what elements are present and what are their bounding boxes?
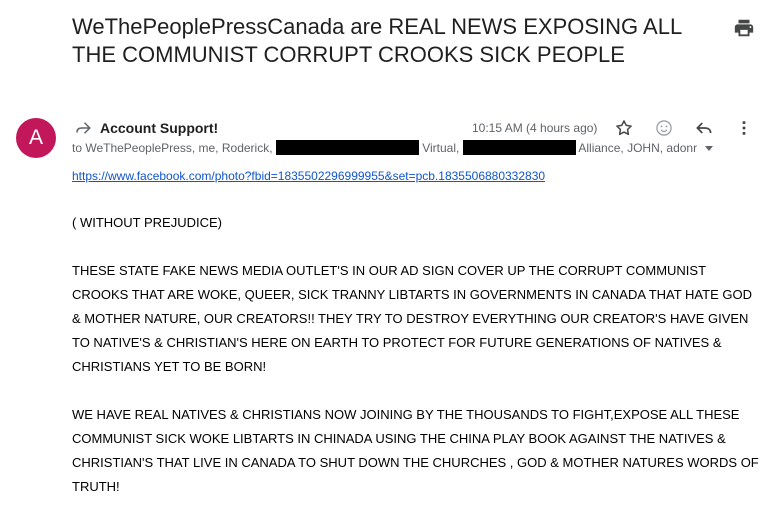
print-button[interactable]	[733, 17, 755, 39]
more-options-button[interactable]	[734, 118, 754, 138]
recipients-part-3: Alliance, JOHN, adonr	[578, 141, 698, 155]
forward-arrow-icon	[73, 119, 93, 137]
sender-name[interactable]: Account Support!	[100, 119, 218, 137]
body-paragraph-3: WE HAVE REAL NATIVES & CHRISTIANS NOW JO…	[72, 407, 759, 494]
recipients-part-2: Virtual,	[422, 141, 460, 155]
timestamp: 10:15 AM (4 hours ago)	[472, 121, 598, 135]
recipients-part-1: to WeThePeoplePress, me, Roderick,	[72, 141, 273, 155]
facebook-link[interactable]: https://www.facebook.com/photo?fbid=1835…	[72, 168, 545, 184]
star-button[interactable]	[614, 118, 634, 138]
chevron-down-icon[interactable]	[705, 146, 713, 151]
body-paragraph-1: ( WITHOUT PREJUDICE)	[72, 215, 222, 230]
email-subject: WeThePeoplePressCanada are REAL NEWS EXP…	[72, 14, 682, 67]
body-paragraph-2: THESE STATE FAKE NEWS MEDIA OUTLET'S IN …	[72, 263, 752, 374]
emoji-reaction-icon	[656, 120, 672, 136]
star-icon	[616, 120, 632, 136]
reply-button[interactable]	[694, 118, 714, 138]
reply-icon	[696, 122, 712, 134]
recipients-line[interactable]: to WeThePeoplePress, me, Roderick, Virtu…	[72, 140, 722, 156]
redacted-block	[462, 140, 576, 155]
emoji-reaction-button[interactable]	[654, 118, 674, 138]
more-vert-icon	[742, 121, 746, 135]
avatar: A	[16, 118, 56, 158]
print-icon	[734, 19, 754, 37]
redacted-block	[275, 140, 419, 155]
